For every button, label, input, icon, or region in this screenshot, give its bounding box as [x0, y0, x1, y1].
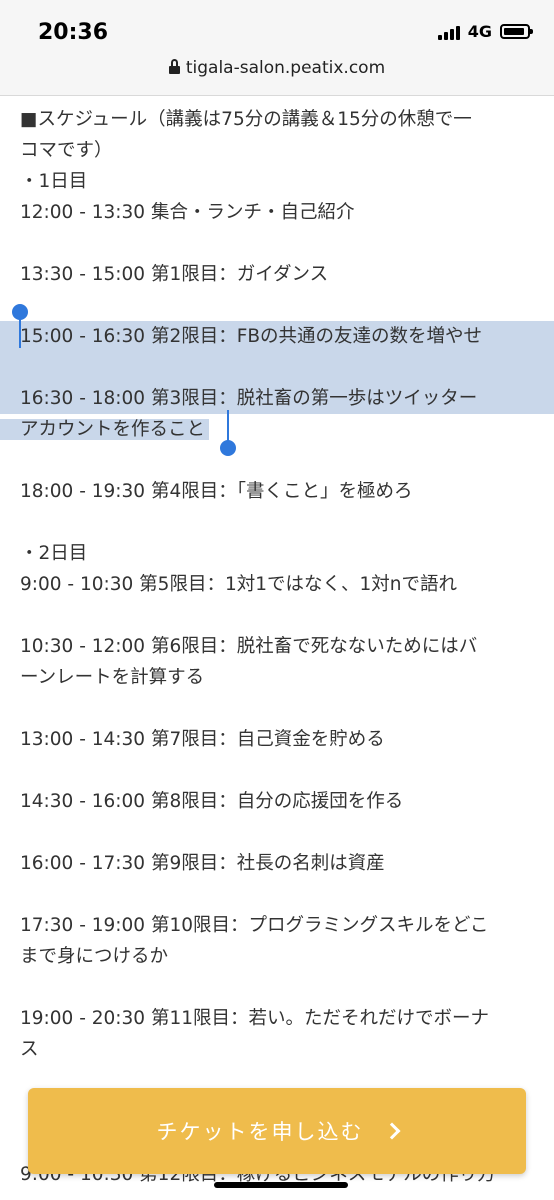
schedule-item-selected: 15:00 - 16:30 第2限目：FBの共通の友達の数を増やせ: [0, 321, 554, 352]
schedule-item: 13:30 - 15:00 第1限目：ガイダンス: [20, 264, 329, 285]
selection-start-handle[interactable]: [12, 304, 28, 320]
schedule-item: 13:00 - 14:30 第7限目：自己資金を貯める: [20, 729, 385, 750]
schedule-item-cont: ーンレートを計算する: [20, 667, 205, 688]
schedule-item-selected: 16:30 - 18:00 第3限目：脱社畜の第一歩はツイッター: [0, 383, 554, 414]
schedule-item: 17:30 - 19:00 第10限目：プログラミングスキルをどこ: [20, 915, 489, 936]
schedule-item-selected-cont: アカウントを作ること: [0, 414, 535, 445]
signal-icon: [437, 24, 460, 40]
battery-icon: [500, 24, 533, 39]
apply-ticket-button[interactable]: チケットを申し込む: [28, 1088, 526, 1174]
schedule-item: 18:00 - 19:30 第4限目：「書くこと」を極めろ: [20, 481, 413, 502]
url-text: tigala-salon.peatix.com: [185, 58, 386, 78]
status-indicators: 4G: [437, 22, 533, 41]
schedule-item: 16:00 - 17:30 第9限目：社長の名刺は資産: [20, 853, 385, 874]
lock-icon: [168, 59, 180, 74]
schedule-item: 14:30 - 16:00 第8限目：自分の応援団を作る: [20, 791, 404, 812]
status-time: 20:36: [38, 20, 109, 45]
browser-top-bar: 20:36 4G tigala-salon.peatix.com: [0, 0, 554, 96]
day1-label: ・1日目: [20, 171, 88, 192]
schedule-item: 19:00 - 20:30 第11限目：若い。ただそれだけでボーナ: [20, 1008, 489, 1029]
selection-end-bar[interactable]: [227, 410, 229, 444]
selection-end-handle[interactable]: [220, 440, 236, 456]
home-indicator[interactable]: [214, 1182, 348, 1188]
schedule-item: 9:00 - 10:30 第5限目：1対1ではなく、1対nで語れ: [20, 574, 457, 595]
apply-ticket-label: チケットを申し込む: [156, 1120, 364, 1144]
network-type: 4G: [467, 22, 492, 41]
schedule-heading-cont: コマです）: [20, 140, 113, 161]
schedule-item: 10:30 - 12:00 第6限目：脱社畜で死なないためにはバ: [20, 636, 478, 657]
address-bar[interactable]: tigala-salon.peatix.com: [0, 58, 554, 78]
day2-label: ・2日目: [20, 543, 88, 564]
schedule-item-cont: まで身につけるか: [20, 946, 169, 967]
schedule-item-cont: ス: [20, 1039, 39, 1060]
schedule-heading: ■スケジュール（講義は75分の講義＆15分の休憩で一: [20, 109, 472, 130]
schedule-item: 12:00 - 13:30 集合・ランチ・自己紹介: [20, 202, 355, 223]
chevron-right-icon: [383, 1122, 400, 1140]
schedule-text: ■スケジュール（講義は75分の講義＆15分の休憩で一 コマです） ・1日目 12…: [0, 104, 554, 1065]
